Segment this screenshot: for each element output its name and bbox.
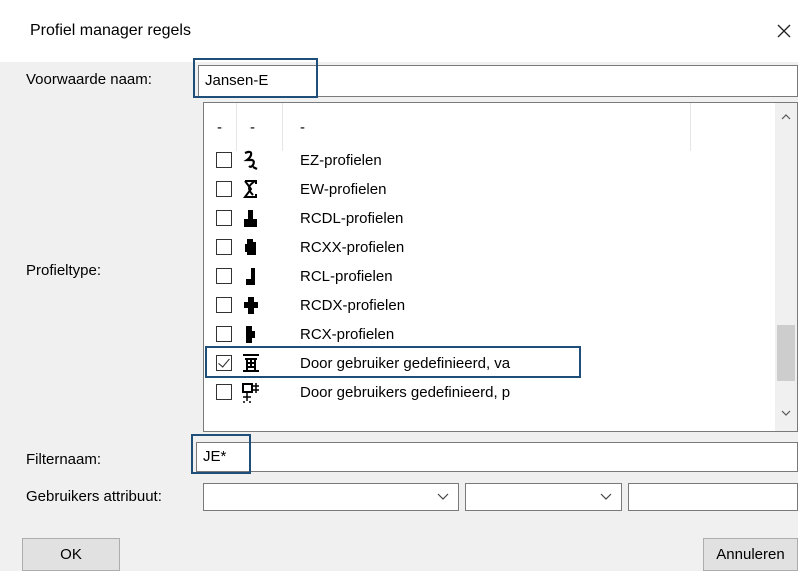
list-header-icon: -: [250, 119, 255, 136]
list-item[interactable]: EW-profielen: [204, 175, 774, 204]
profiletype-list[interactable]: - - - EZ-profielen EW-profielen RCDL-pro…: [203, 102, 798, 432]
chevron-up-icon: [781, 114, 791, 120]
rcxx-profile-icon: [245, 239, 256, 255]
user-defined-p-icon: [242, 383, 259, 403]
user-attribute-select[interactable]: [203, 483, 459, 511]
checkbox[interactable]: [216, 268, 232, 284]
list-item[interactable]: RCDL-profielen: [204, 204, 774, 233]
scroll-up-button[interactable]: [775, 107, 797, 127]
user-defined-va-icon: [243, 354, 259, 372]
list-item-label: EZ-profielen: [300, 152, 382, 169]
condition-name-label: Voorwaarde naam:: [26, 71, 152, 88]
user-attribute-operator-select[interactable]: [465, 483, 622, 511]
checkbox[interactable]: [216, 152, 232, 168]
list-item-label: RCL-profielen: [300, 268, 393, 285]
chevron-down-icon: [600, 493, 612, 500]
checkbox[interactable]: [216, 210, 232, 226]
rcdx-profile-icon: [244, 297, 258, 314]
ew-profile-icon: [243, 180, 257, 198]
list-item-label: RCX-profielen: [300, 326, 395, 343]
list-header-check: -: [217, 119, 222, 136]
list-item[interactable]: RCDX-profielen: [204, 291, 774, 320]
list-item-label: EW-profielen: [300, 181, 387, 198]
chevron-down-icon: [437, 493, 449, 500]
list-item[interactable]: RCX-profielen: [204, 320, 774, 349]
rcdl-profile-icon: [244, 210, 257, 227]
scroll-down-button[interactable]: [775, 403, 797, 423]
checkbox[interactable]: [216, 326, 232, 342]
list-item-label: Door gebruikers gedefinieerd, p: [300, 384, 511, 401]
checkbox[interactable]: [216, 239, 232, 255]
chevron-down-icon: [781, 410, 791, 416]
rcl-profile-icon: [246, 268, 255, 285]
list-item[interactable]: EZ-profielen: [204, 146, 774, 175]
list-item[interactable]: Door gebruikers gedefinieerd, p: [204, 378, 774, 407]
list-item[interactable]: RCL-profielen: [204, 262, 774, 291]
profiletype-label: Profieltype:: [26, 262, 102, 279]
condition-name-input[interactable]: Jansen-E: [198, 65, 798, 97]
list-scrollbar[interactable]: [775, 103, 797, 431]
list-header-name: -: [300, 119, 305, 136]
close-icon: [777, 24, 791, 38]
list-item-label: RCDX-profielen: [300, 297, 406, 314]
scroll-thumb[interactable]: [777, 325, 795, 381]
list-item-selected[interactable]: Door gebruiker gedefinieerd, va: [204, 349, 774, 378]
close-button[interactable]: [770, 14, 798, 48]
cancel-button[interactable]: Annuleren: [703, 538, 798, 571]
user-attribute-label: Gebruikers attribuut:: [26, 488, 162, 505]
title-bar: Profiel manager regels: [0, 0, 798, 62]
rcx-profile-icon: [246, 326, 255, 343]
filter-name-label: Filternaam:: [26, 451, 102, 468]
checkbox[interactable]: [216, 181, 232, 197]
list-item-label: Door gebruiker gedefinieerd, va: [300, 355, 511, 372]
checkbox[interactable]: [216, 355, 232, 371]
ok-button[interactable]: OK: [22, 538, 120, 571]
user-attribute-value-input[interactable]: [628, 483, 798, 511]
checkbox[interactable]: [216, 384, 232, 400]
window-title: Profiel manager regels: [30, 22, 191, 39]
list-item[interactable]: RCXX-profielen: [204, 233, 774, 262]
filter-name-input[interactable]: JE*: [196, 442, 798, 472]
ez-profile-icon: [243, 150, 258, 170]
checkbox[interactable]: [216, 297, 232, 313]
list-item-label: RCDL-profielen: [300, 210, 404, 227]
list-item-label: RCXX-profielen: [300, 239, 405, 256]
